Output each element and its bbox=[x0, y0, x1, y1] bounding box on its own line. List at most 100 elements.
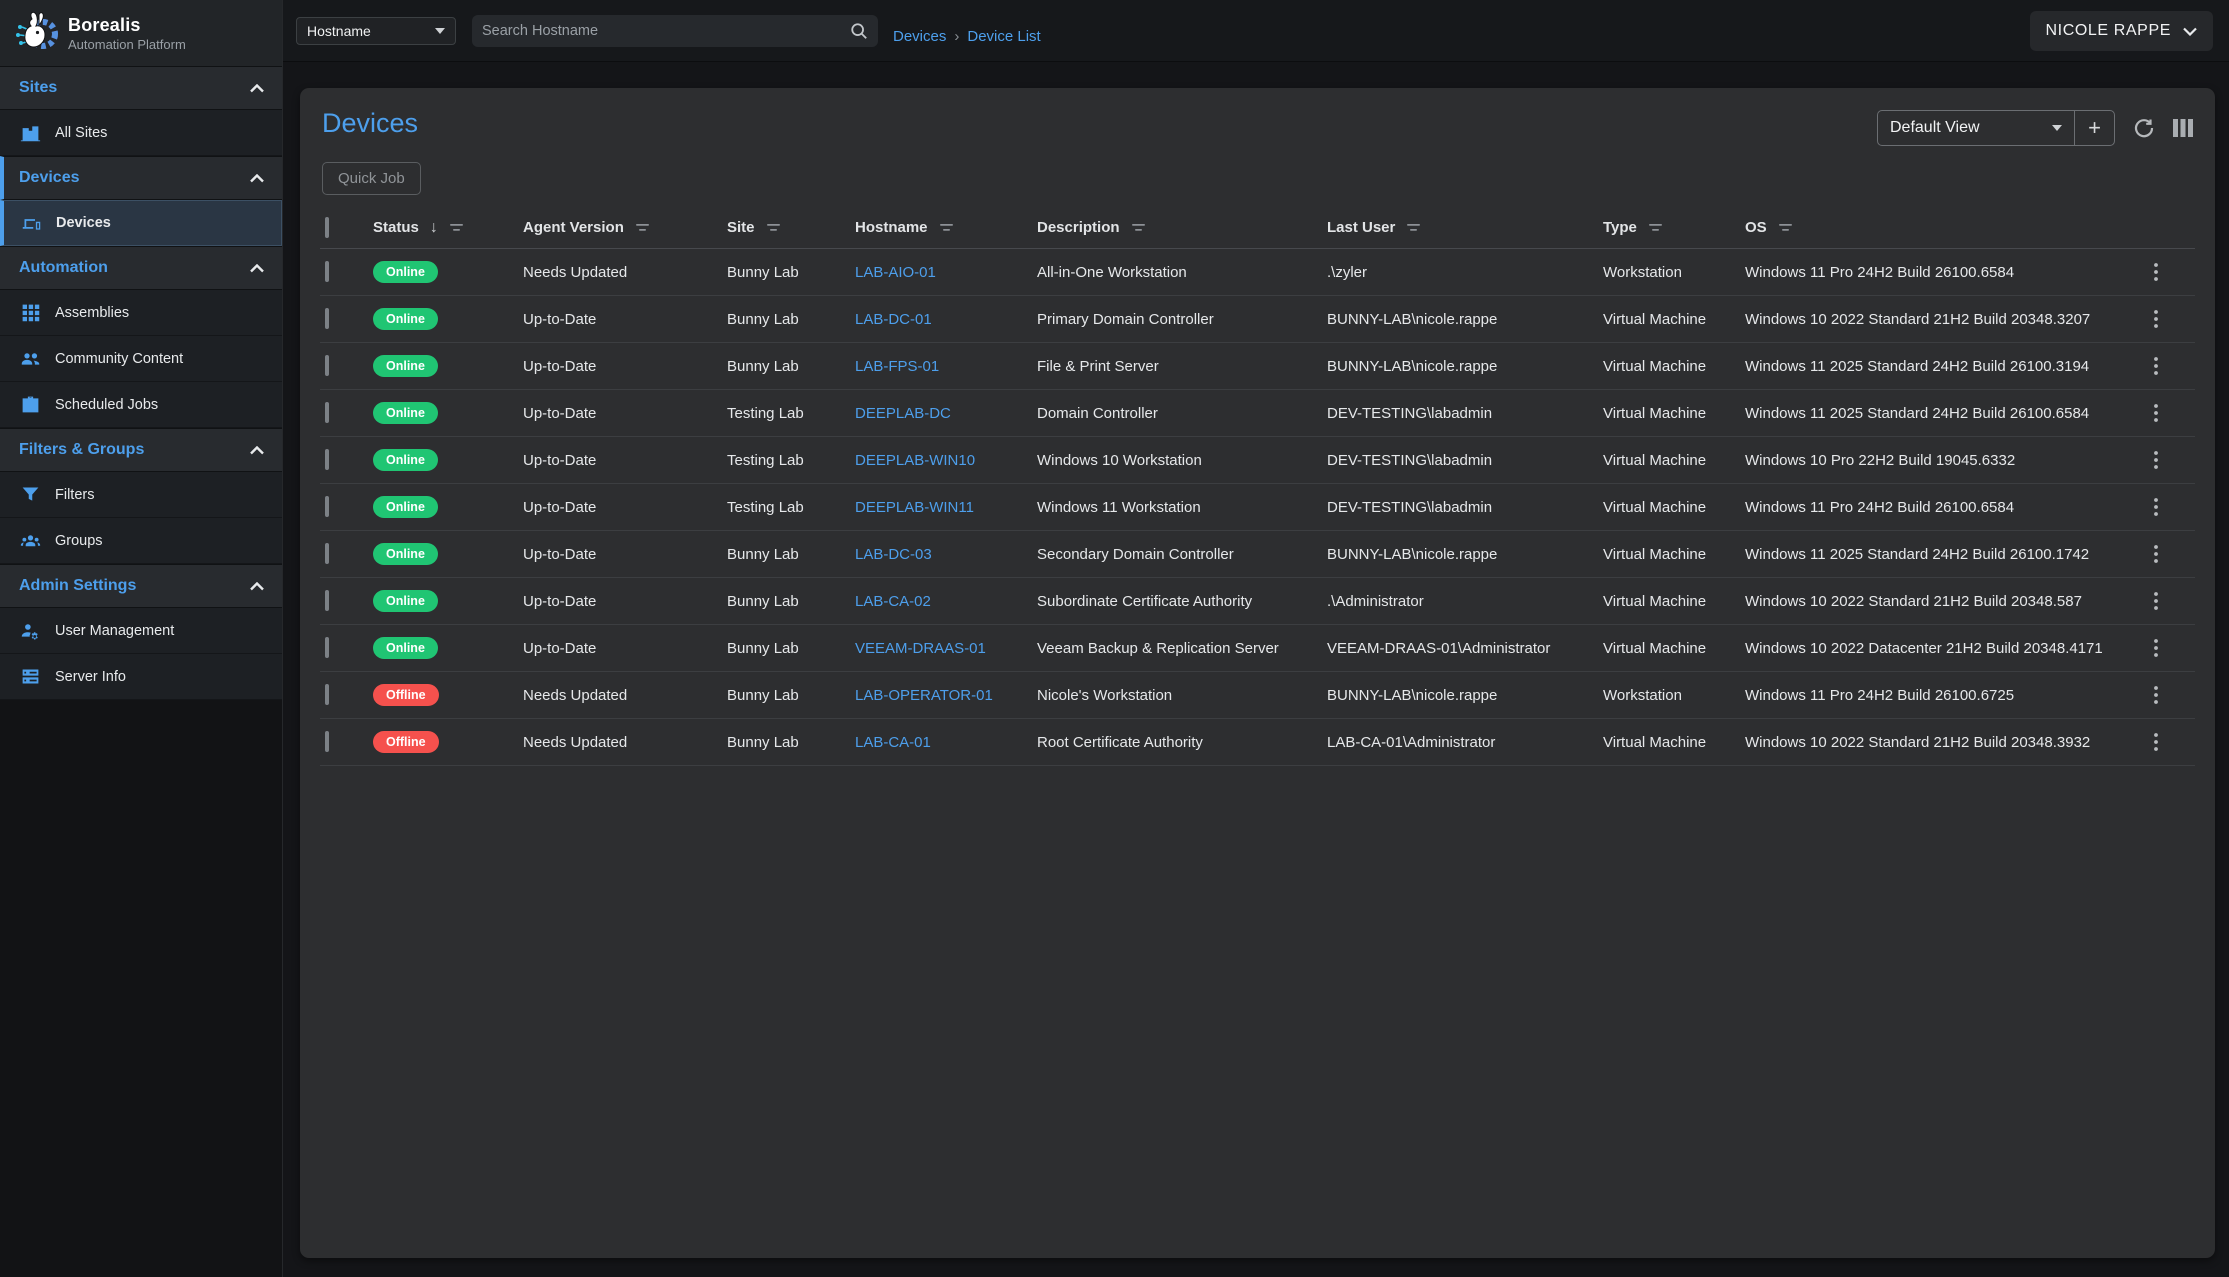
row-menu-button[interactable] bbox=[2147, 590, 2165, 612]
row-checkbox[interactable] bbox=[325, 684, 329, 705]
select-all-checkbox[interactable] bbox=[325, 217, 329, 238]
columns-button[interactable] bbox=[2173, 119, 2193, 137]
sidebar-section-devices[interactable]: Devices bbox=[0, 156, 282, 200]
row-checkbox[interactable] bbox=[325, 731, 329, 752]
table-row: Online Up-to-Date Bunny Lab LAB-DC-01 Pr… bbox=[320, 296, 2195, 343]
row-checkbox[interactable] bbox=[325, 308, 329, 329]
column-header-description[interactable]: Description bbox=[1032, 219, 1322, 236]
add-view-button[interactable]: + bbox=[2074, 111, 2114, 145]
hostname-link[interactable]: LAB-CA-02 bbox=[855, 593, 931, 610]
view-select[interactable]: Default View bbox=[1878, 111, 2074, 145]
breadcrumb-separator: › bbox=[954, 28, 959, 45]
sidebar-item-label: Scheduled Jobs bbox=[55, 397, 158, 413]
row-checkbox[interactable] bbox=[325, 590, 329, 611]
sidebar-item-server-info[interactable]: Server Info bbox=[0, 654, 282, 700]
filter-icon[interactable] bbox=[1778, 221, 1794, 235]
chevron-up-icon bbox=[250, 174, 264, 183]
row-checkbox[interactable] bbox=[325, 496, 329, 517]
hostname-link[interactable]: LAB-DC-03 bbox=[855, 546, 932, 563]
description-cell: Windows 10 Workstation bbox=[1032, 452, 1322, 469]
hostname-link[interactable]: LAB-DC-01 bbox=[855, 311, 932, 328]
row-menu-button[interactable] bbox=[2147, 731, 2165, 753]
row-menu-button[interactable] bbox=[2147, 684, 2165, 706]
section-label: Admin Settings bbox=[19, 577, 136, 595]
filter-icon[interactable] bbox=[449, 221, 465, 235]
brand-rabbit-logo-icon bbox=[12, 9, 60, 57]
caret-down-icon bbox=[2052, 125, 2062, 131]
sidebar-item-devices[interactable]: Devices bbox=[0, 200, 282, 246]
row-menu-button[interactable] bbox=[2147, 308, 2165, 330]
row-menu-button[interactable] bbox=[2147, 543, 2165, 565]
row-checkbox[interactable] bbox=[325, 543, 329, 564]
sidebar-item-community-content[interactable]: Community Content bbox=[0, 336, 282, 382]
breadcrumb-device-list[interactable]: Device List bbox=[967, 28, 1040, 45]
filter-icon[interactable] bbox=[766, 221, 782, 235]
hostname-link[interactable]: LAB-CA-01 bbox=[855, 734, 931, 751]
row-menu-button[interactable] bbox=[2147, 355, 2165, 377]
refresh-button[interactable] bbox=[2133, 117, 2155, 139]
column-header-agent-version[interactable]: Agent Version bbox=[518, 219, 722, 236]
section-label: Filters & Groups bbox=[19, 441, 144, 459]
table-row: Online Up-to-Date Bunny Lab LAB-FPS-01 F… bbox=[320, 343, 2195, 390]
row-menu-button[interactable] bbox=[2147, 402, 2165, 424]
last-user-cell: DEV-TESTING\labadmin bbox=[1322, 499, 1598, 516]
row-menu-button[interactable] bbox=[2147, 449, 2165, 471]
filter-icon[interactable] bbox=[1406, 221, 1422, 235]
sidebar-section-admin-settings[interactable]: Admin Settings bbox=[0, 564, 282, 608]
hostname-link[interactable]: LAB-FPS-01 bbox=[855, 358, 939, 375]
site-cell: Bunny Lab bbox=[722, 593, 850, 610]
column-header-site[interactable]: Site bbox=[722, 219, 850, 236]
hostname-link[interactable]: DEEPLAB-WIN10 bbox=[855, 452, 975, 469]
sidebar-item-all-sites[interactable]: All Sites bbox=[0, 110, 282, 156]
row-checkbox[interactable] bbox=[325, 261, 329, 282]
column-header-last-user[interactable]: Last User bbox=[1322, 219, 1598, 236]
filter-icon[interactable] bbox=[939, 221, 955, 235]
sidebar-item-assemblies[interactable]: Assemblies bbox=[0, 290, 282, 336]
sidebar-item-user-management[interactable]: User Management bbox=[0, 608, 282, 654]
sidebar-section-sites[interactable]: Sites bbox=[0, 66, 282, 110]
hostname-link[interactable]: DEEPLAB-DC bbox=[855, 405, 951, 422]
kebab-icon bbox=[2154, 545, 2158, 563]
row-checkbox[interactable] bbox=[325, 637, 329, 658]
column-header-status[interactable]: Status ↓ bbox=[368, 219, 518, 237]
last-user-cell: .\Administrator bbox=[1322, 593, 1598, 610]
hostname-link[interactable]: LAB-AIO-01 bbox=[855, 264, 936, 281]
column-header-os[interactable]: OS bbox=[1740, 219, 2147, 236]
grid-icon bbox=[20, 302, 41, 323]
row-menu-button[interactable] bbox=[2147, 261, 2165, 283]
row-menu-button[interactable] bbox=[2147, 637, 2165, 659]
filter-icon[interactable] bbox=[635, 221, 651, 235]
kebab-icon bbox=[2154, 733, 2158, 751]
hostname-link[interactable]: LAB-OPERATOR-01 bbox=[855, 687, 993, 704]
search-input[interactable] bbox=[472, 23, 850, 39]
column-header-hostname[interactable]: Hostname bbox=[850, 219, 1032, 236]
search-icon[interactable] bbox=[850, 22, 868, 40]
search-field-select[interactable]: Hostname bbox=[296, 17, 456, 45]
site-cell: Bunny Lab bbox=[722, 640, 850, 657]
quick-job-button[interactable]: Quick Job bbox=[322, 162, 421, 195]
hostname-link[interactable]: DEEPLAB-WIN11 bbox=[855, 499, 974, 516]
os-cell: Windows 10 2022 Standard 21H2 Build 2034… bbox=[1740, 734, 2147, 751]
sidebar-section-automation[interactable]: Automation bbox=[0, 246, 282, 290]
status-badge: Online bbox=[373, 590, 438, 612]
sidebar-section-filters-groups[interactable]: Filters & Groups bbox=[0, 428, 282, 472]
kebab-icon bbox=[2154, 686, 2158, 704]
description-cell: Secondary Domain Controller bbox=[1032, 546, 1322, 563]
breadcrumb-devices[interactable]: Devices bbox=[893, 28, 946, 45]
brand-subtitle: Automation Platform bbox=[68, 37, 186, 52]
column-header-type[interactable]: Type bbox=[1598, 219, 1740, 236]
filter-icon[interactable] bbox=[1131, 221, 1147, 235]
row-checkbox[interactable] bbox=[325, 449, 329, 470]
row-checkbox[interactable] bbox=[325, 355, 329, 376]
row-checkbox[interactable] bbox=[325, 402, 329, 423]
sidebar-item-scheduled-jobs[interactable]: Scheduled Jobs bbox=[0, 382, 282, 428]
type-cell: Virtual Machine bbox=[1598, 311, 1740, 328]
user-menu-button[interactable]: NICOLE RAPPE bbox=[2030, 11, 2213, 51]
sidebar-item-filters[interactable]: Filters bbox=[0, 472, 282, 518]
filter-icon[interactable] bbox=[1648, 221, 1664, 235]
table-row: Online Up-to-Date Testing Lab DEEPLAB-DC… bbox=[320, 390, 2195, 437]
hostname-link[interactable]: VEEAM-DRAAS-01 bbox=[855, 640, 986, 657]
sidebar-item-groups[interactable]: Groups bbox=[0, 518, 282, 564]
row-menu-button[interactable] bbox=[2147, 496, 2165, 518]
os-cell: Windows 10 Pro 22H2 Build 19045.6332 bbox=[1740, 452, 2147, 469]
